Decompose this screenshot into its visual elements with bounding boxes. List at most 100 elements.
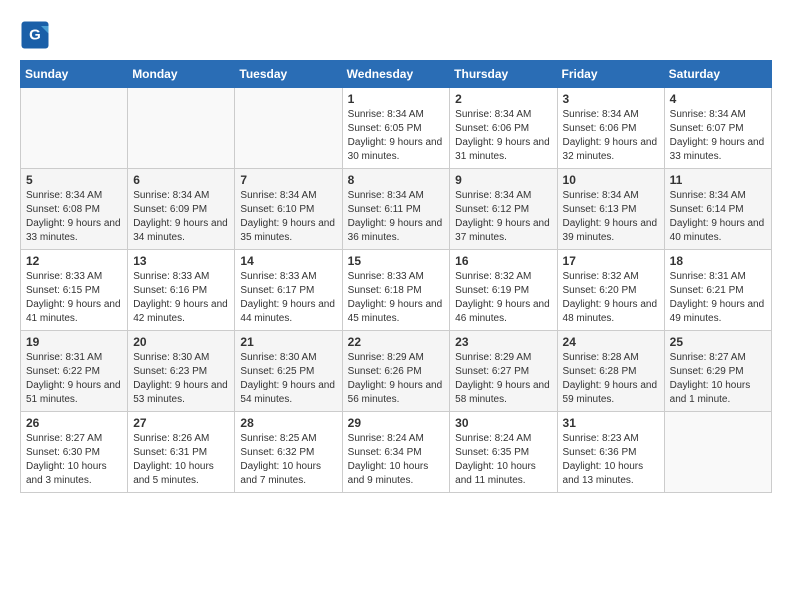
weekday-header-friday: Friday: [557, 61, 664, 88]
calendar-cell: 3 Sunrise: 8:34 AM Sunset: 6:06 PM Daylig…: [557, 88, 664, 169]
calendar-cell: 17 Sunrise: 8:32 AM Sunset: 6:20 PM Dayli…: [557, 250, 664, 331]
day-number: 20: [133, 335, 229, 349]
calendar-cell: 19 Sunrise: 8:31 AM Sunset: 6:22 PM Dayli…: [21, 331, 128, 412]
calendar-cell: [235, 88, 342, 169]
weekday-header-monday: Monday: [128, 61, 235, 88]
calendar-cell: 30 Sunrise: 8:24 AM Sunset: 6:35 PM Dayli…: [450, 412, 557, 493]
day-number: 3: [563, 92, 659, 106]
day-number: 17: [563, 254, 659, 268]
calendar-cell: 29Sunrise: 8:24 AM Sunset: 6:34 PM Dayli…: [342, 412, 450, 493]
calendar-cell: 12 Sunrise: 8:33 AM Sunset: 6:15 PM Dayli…: [21, 250, 128, 331]
calendar-cell: 31 Sunrise: 8:23 AM Sunset: 6:36 PM Dayli…: [557, 412, 664, 493]
day-number: 13: [133, 254, 229, 268]
day-info: Sunrise: 8:34 AM Sunset: 6:13 PM Dayligh…: [563, 189, 659, 245]
day-number: 2: [455, 92, 551, 106]
header: G: [20, 20, 772, 50]
day-info: Sunrise: 8:33 AM Sunset: 6:17 PM Dayligh…: [240, 270, 336, 326]
calendar-cell: 23 Sunrise: 8:29 AM Sunset: 6:27 PM Dayli…: [450, 331, 557, 412]
day-number: 6: [133, 173, 229, 187]
day-info: Sunrise: 8:34 AM Sunset: 6:05 PM Dayligh…: [348, 108, 445, 164]
calendar-cell: 22Sunrise: 8:29 AM Sunset: 6:26 PM Dayli…: [342, 331, 450, 412]
day-number: 18: [670, 254, 766, 268]
day-number: 24: [563, 335, 659, 349]
day-info: Sunrise: 8:27 AM Sunset: 6:29 PM Dayligh…: [670, 351, 766, 407]
calendar-week-row: 5 Sunrise: 8:34 AM Sunset: 6:08 PM Daylig…: [21, 169, 772, 250]
calendar-week-row: 19 Sunrise: 8:31 AM Sunset: 6:22 PM Dayli…: [21, 331, 772, 412]
day-info: Sunrise: 8:27 AM Sunset: 6:30 PM Dayligh…: [26, 432, 122, 488]
day-number: 8: [348, 173, 445, 187]
day-number: 30: [455, 416, 551, 430]
day-number: 16: [455, 254, 551, 268]
day-info: Sunrise: 8:32 AM Sunset: 6:20 PM Dayligh…: [563, 270, 659, 326]
calendar-cell: 26 Sunrise: 8:27 AM Sunset: 6:30 PM Dayli…: [21, 412, 128, 493]
day-number: 27: [133, 416, 229, 430]
day-info: Sunrise: 8:31 AM Sunset: 6:22 PM Dayligh…: [26, 351, 122, 407]
calendar-cell: 16 Sunrise: 8:32 AM Sunset: 6:19 PM Dayli…: [450, 250, 557, 331]
calendar-cell: 21 Sunrise: 8:30 AM Sunset: 6:25 PM Dayli…: [235, 331, 342, 412]
calendar-week-row: 1 Sunrise: 8:34 AM Sunset: 6:05 PM Daylig…: [21, 88, 772, 169]
calendar-cell: 1 Sunrise: 8:34 AM Sunset: 6:05 PM Daylig…: [342, 88, 450, 169]
weekday-header-tuesday: Tuesday: [235, 61, 342, 88]
day-info: Sunrise: 8:34 AM Sunset: 6:07 PM Dayligh…: [670, 108, 766, 164]
calendar-cell: 7Sunrise: 8:34 AM Sunset: 6:10 PM Daylig…: [235, 169, 342, 250]
weekday-header-saturday: Saturday: [664, 61, 771, 88]
day-info: Sunrise: 8:34 AM Sunset: 6:14 PM Dayligh…: [670, 189, 766, 245]
day-info: Sunrise: 8:32 AM Sunset: 6:19 PM Dayligh…: [455, 270, 551, 326]
day-number: 14: [240, 254, 336, 268]
svg-text:G: G: [29, 27, 41, 44]
calendar-cell: 11Sunrise: 8:34 AM Sunset: 6:14 PM Dayli…: [664, 169, 771, 250]
logo-icon: G: [20, 20, 50, 50]
calendar-week-row: 26 Sunrise: 8:27 AM Sunset: 6:30 PM Dayli…: [21, 412, 772, 493]
day-number: 19: [26, 335, 122, 349]
day-number: 1: [348, 92, 445, 106]
calendar-cell: 15 Sunrise: 8:33 AM Sunset: 6:18 PM Dayli…: [342, 250, 450, 331]
calendar-cell: 28 Sunrise: 8:25 AM Sunset: 6:32 PM Dayli…: [235, 412, 342, 493]
weekday-header-thursday: Thursday: [450, 61, 557, 88]
day-info: Sunrise: 8:24 AM Sunset: 6:35 PM Dayligh…: [455, 432, 551, 488]
day-number: 31: [563, 416, 659, 430]
day-info: Sunrise: 8:23 AM Sunset: 6:36 PM Dayligh…: [563, 432, 659, 488]
day-number: 9: [455, 173, 551, 187]
day-info: Sunrise: 8:29 AM Sunset: 6:27 PM Dayligh…: [455, 351, 551, 407]
day-info: Sunrise: 8:34 AM Sunset: 6:06 PM Dayligh…: [563, 108, 659, 164]
calendar-header-row: SundayMondayTuesdayWednesdayThursdayFrid…: [21, 61, 772, 88]
day-number: 5: [26, 173, 122, 187]
day-info: Sunrise: 8:33 AM Sunset: 6:15 PM Dayligh…: [26, 270, 122, 326]
calendar-cell: [664, 412, 771, 493]
calendar-cell: [128, 88, 235, 169]
calendar-cell: [21, 88, 128, 169]
day-number: 4: [670, 92, 766, 106]
day-info: Sunrise: 8:33 AM Sunset: 6:16 PM Dayligh…: [133, 270, 229, 326]
day-number: 21: [240, 335, 336, 349]
day-info: Sunrise: 8:33 AM Sunset: 6:18 PM Dayligh…: [348, 270, 445, 326]
day-number: 12: [26, 254, 122, 268]
day-info: Sunrise: 8:26 AM Sunset: 6:31 PM Dayligh…: [133, 432, 229, 488]
day-number: 25: [670, 335, 766, 349]
calendar-cell: 13 Sunrise: 8:33 AM Sunset: 6:16 PM Dayli…: [128, 250, 235, 331]
calendar-cell: 10Sunrise: 8:34 AM Sunset: 6:13 PM Dayli…: [557, 169, 664, 250]
day-info: Sunrise: 8:25 AM Sunset: 6:32 PM Dayligh…: [240, 432, 336, 488]
day-info: Sunrise: 8:34 AM Sunset: 6:08 PM Dayligh…: [26, 189, 122, 245]
day-info: Sunrise: 8:30 AM Sunset: 6:23 PM Dayligh…: [133, 351, 229, 407]
day-info: Sunrise: 8:30 AM Sunset: 6:25 PM Dayligh…: [240, 351, 336, 407]
day-info: Sunrise: 8:34 AM Sunset: 6:12 PM Dayligh…: [455, 189, 551, 245]
day-number: 7: [240, 173, 336, 187]
calendar-cell: 9 Sunrise: 8:34 AM Sunset: 6:12 PM Daylig…: [450, 169, 557, 250]
day-number: 28: [240, 416, 336, 430]
calendar-cell: 8Sunrise: 8:34 AM Sunset: 6:11 PM Daylig…: [342, 169, 450, 250]
calendar-week-row: 12 Sunrise: 8:33 AM Sunset: 6:15 PM Dayli…: [21, 250, 772, 331]
day-info: Sunrise: 8:34 AM Sunset: 6:06 PM Dayligh…: [455, 108, 551, 164]
calendar-cell: 6Sunrise: 8:34 AM Sunset: 6:09 PM Daylig…: [128, 169, 235, 250]
logo: G: [20, 20, 54, 50]
day-number: 23: [455, 335, 551, 349]
calendar-cell: 5 Sunrise: 8:34 AM Sunset: 6:08 PM Daylig…: [21, 169, 128, 250]
day-number: 29: [348, 416, 445, 430]
day-number: 15: [348, 254, 445, 268]
day-info: Sunrise: 8:29 AM Sunset: 6:26 PM Dayligh…: [348, 351, 445, 407]
calendar-cell: 2 Sunrise: 8:34 AM Sunset: 6:06 PM Daylig…: [450, 88, 557, 169]
day-number: 26: [26, 416, 122, 430]
weekday-header-wednesday: Wednesday: [342, 61, 450, 88]
calendar-cell: 24 Sunrise: 8:28 AM Sunset: 6:28 PM Dayli…: [557, 331, 664, 412]
calendar: SundayMondayTuesdayWednesdayThursdayFrid…: [20, 60, 772, 493]
day-info: Sunrise: 8:28 AM Sunset: 6:28 PM Dayligh…: [563, 351, 659, 407]
